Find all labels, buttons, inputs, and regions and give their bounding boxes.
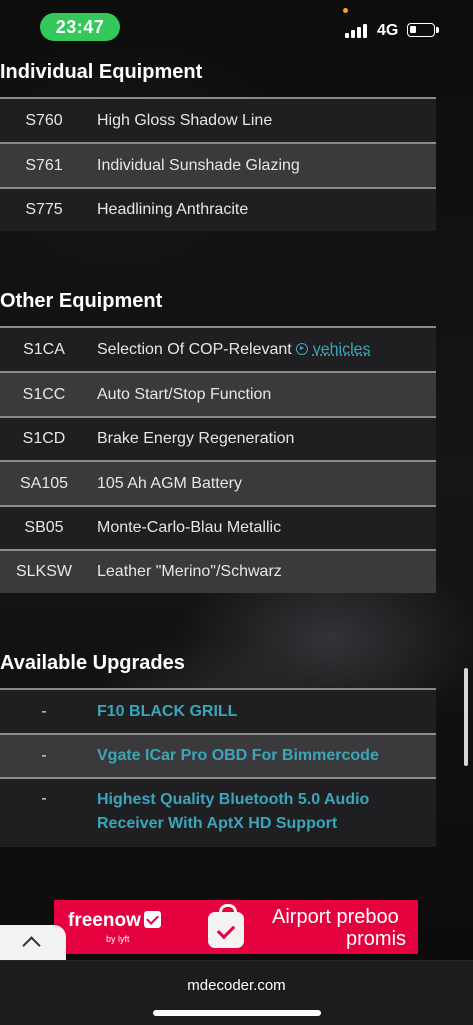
ad-brand-logo: freenow bbox=[68, 910, 161, 932]
option-code: S760 bbox=[25, 111, 63, 129]
table-row: - F10 BLACK GRILL bbox=[0, 688, 436, 733]
ad-text-line2: promis bbox=[346, 928, 407, 950]
recording-indicator-icon bbox=[343, 8, 348, 13]
option-description: Headlining Anthracite bbox=[97, 201, 249, 218]
table-row: SB05 Monte-Carlo-Blau Metallic bbox=[0, 505, 436, 549]
ad-text: Airport preboo promis bbox=[272, 906, 418, 950]
table-row: S760 High Gloss Shadow Line bbox=[0, 97, 436, 142]
option-code: S761 bbox=[25, 156, 63, 174]
table-row: SLKSW Leather "Merino"/Schwarz bbox=[0, 549, 436, 593]
option-code: S1CD bbox=[22, 430, 66, 447]
option-code: S1CA bbox=[23, 340, 65, 358]
brand-check-icon bbox=[143, 911, 161, 928]
option-description: 105 Ah AGM Battery bbox=[97, 474, 242, 492]
option-code: SB05 bbox=[24, 519, 64, 536]
battery-icon bbox=[407, 23, 439, 37]
individual-equipment-table: S760 High Gloss Shadow Line S761 Individ… bbox=[0, 97, 436, 231]
table-row: S1CD Brake Energy Regeneration bbox=[0, 416, 436, 460]
upgrade-link[interactable]: F10 BLACK GRILL bbox=[88, 700, 436, 724]
option-code: S775 bbox=[25, 201, 63, 218]
table-row: S775 Headlining Anthracite bbox=[0, 187, 436, 231]
url-text[interactable]: mdecoder.com bbox=[0, 977, 473, 994]
option-code: - bbox=[41, 747, 47, 764]
available-upgrades-table: - F10 BLACK GRILL - Vgate ICar Pro OBD F… bbox=[0, 688, 436, 847]
play-circle-icon[interactable] bbox=[295, 342, 308, 355]
ad-text-line1: Airport preboo bbox=[272, 906, 399, 928]
table-row: S1CA Selection Of COP-Relevant vehicles bbox=[0, 326, 436, 371]
option-code: - bbox=[41, 790, 47, 807]
signal-icon bbox=[345, 24, 371, 38]
option-description: Monte-Carlo-Blau Metallic bbox=[97, 519, 282, 536]
option-description: High Gloss Shadow Line bbox=[97, 111, 273, 129]
vehicles-link[interactable]: vehicles bbox=[313, 341, 371, 358]
upgrade-link[interactable]: Highest Quality Bluetooth 5.0 Audio Rece… bbox=[88, 788, 436, 836]
option-description: Selection Of COP-Relevant vehicles bbox=[88, 341, 436, 359]
status-bar: 23:47 4G bbox=[0, 0, 473, 54]
table-row: S1CC Auto Start/Stop Function bbox=[0, 371, 436, 416]
table-row: - Vgate ICar Pro OBD For Bimmercode bbox=[0, 733, 436, 777]
table-row: - Highest Quality Bluetooth 5.0 Audio Re… bbox=[0, 777, 436, 847]
table-row: SA105 105 Ah AGM Battery bbox=[0, 460, 436, 505]
upgrade-link[interactable]: Vgate ICar Pro OBD For Bimmercode bbox=[88, 744, 436, 768]
section-title-individual: Individual Equipment bbox=[0, 61, 203, 83]
collapse-ad-button[interactable] bbox=[0, 925, 66, 961]
table-row: S761 Individual Sunshade Glazing bbox=[0, 142, 436, 187]
other-equipment-table: S1CA Selection Of COP-Relevant vehicles S… bbox=[0, 326, 436, 593]
option-description: Auto Start/Stop Function bbox=[97, 385, 272, 403]
option-code: - bbox=[41, 702, 47, 720]
option-description: Individual Sunshade Glazing bbox=[97, 156, 300, 174]
section-title-other: Other Equipment bbox=[0, 290, 163, 312]
option-code: SLKSW bbox=[15, 563, 72, 580]
chevron-up-icon bbox=[22, 936, 41, 955]
option-code: S1CC bbox=[22, 385, 66, 403]
option-description-text: Selection Of COP-Relevant bbox=[97, 340, 292, 358]
scrollbar[interactable] bbox=[464, 668, 468, 766]
network-type: 4G bbox=[377, 22, 399, 39]
ad-banner[interactable]: freenow by lyft Airport preboo promis bbox=[54, 900, 418, 954]
browser-address-bar[interactable]: mdecoder.com bbox=[0, 960, 473, 1025]
lock-check-icon bbox=[208, 904, 244, 948]
option-description: Brake Energy Regeneration bbox=[97, 430, 295, 447]
option-code: SA105 bbox=[19, 474, 69, 492]
ad-brand-sub: by lyft bbox=[106, 934, 130, 944]
home-indicator[interactable] bbox=[153, 1010, 321, 1016]
ad-brand-name: freenow bbox=[68, 910, 141, 931]
time-pill[interactable]: 23:47 bbox=[40, 13, 120, 41]
option-description: Leather "Merino"/Schwarz bbox=[97, 563, 282, 580]
section-title-upgrades: Available Upgrades bbox=[0, 652, 185, 674]
